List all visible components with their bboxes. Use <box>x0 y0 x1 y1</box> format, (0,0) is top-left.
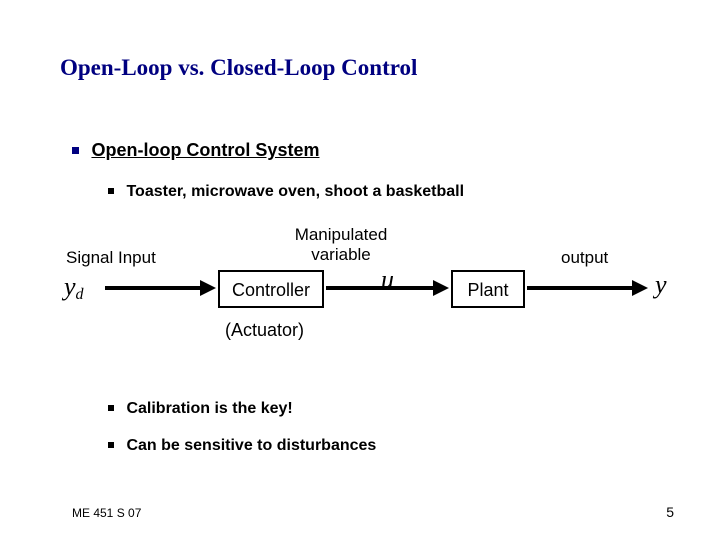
square-bullet-icon <box>108 442 114 448</box>
var-yd-sub: d <box>76 286 84 303</box>
square-bullet-icon <box>72 147 79 154</box>
var-yd-base: y <box>64 272 76 301</box>
arrow-head-icon <box>433 280 449 296</box>
signal-input-label: Signal Input <box>66 248 156 268</box>
bullet-sensitive: Can be sensitive to disturbances <box>108 437 376 455</box>
output-label: output <box>561 248 608 268</box>
plant-text: Plant <box>467 280 508 300</box>
footer-course: ME 451 S 07 <box>72 506 141 520</box>
bullet-open-loop: Open-loop Control System <box>72 140 319 161</box>
bullet-sub3-text: Can be sensitive to disturbances <box>126 437 376 454</box>
bullet-main-text: Open-loop Control System <box>91 140 319 160</box>
manipulated-line2: variable <box>311 245 371 264</box>
controller-text: Controller <box>232 280 310 300</box>
footer-page-number: 5 <box>666 504 674 520</box>
arrow-line-icon <box>105 286 203 290</box>
square-bullet-icon <box>108 405 114 411</box>
bullet-calibration: Calibration is the key! <box>108 400 293 418</box>
plant-block: Plant <box>451 270 525 308</box>
square-bullet-icon <box>108 188 114 194</box>
controller-block: Controller <box>218 270 324 308</box>
actuator-label: (Actuator) <box>225 320 304 341</box>
var-u: u <box>381 265 394 295</box>
arrow-head-icon <box>200 280 216 296</box>
manipulated-line1: Manipulated <box>295 225 388 244</box>
bullet-sub2-text: Calibration is the key! <box>126 400 292 417</box>
bullet-examples: Toaster, microwave oven, shoot a basketb… <box>108 183 464 201</box>
manipulated-variable-label: Manipulated variable <box>281 225 401 264</box>
bullet-sub1-text: Toaster, microwave oven, shoot a basketb… <box>126 183 464 200</box>
var-y: y <box>655 270 667 300</box>
var-yd: yd <box>64 272 84 304</box>
slide-title: Open-Loop vs. Closed-Loop Control <box>60 55 417 81</box>
arrow-head-icon <box>632 280 648 296</box>
slide: Open-Loop vs. Closed-Loop Control Open-l… <box>0 0 720 540</box>
arrow-line-icon <box>527 286 635 290</box>
